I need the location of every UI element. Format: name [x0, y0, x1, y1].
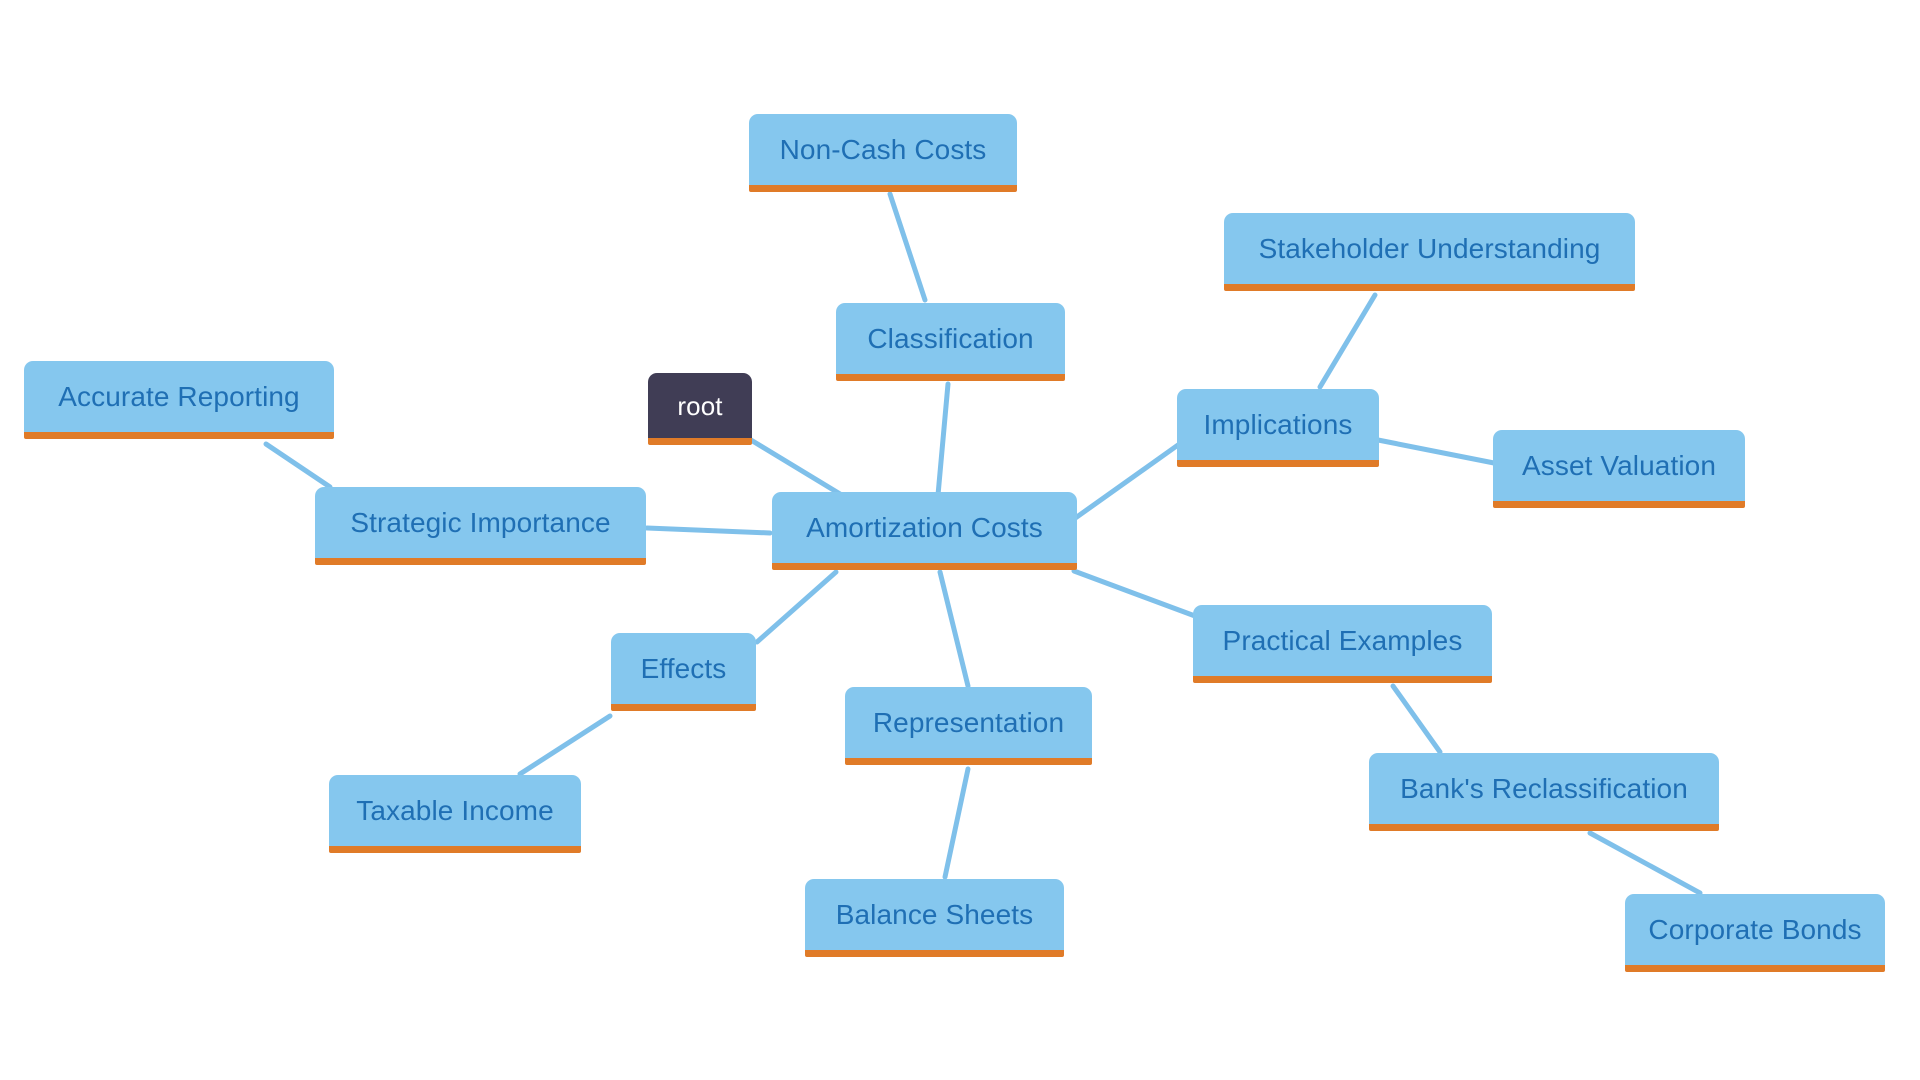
mindmap-node-label: Representation [872, 706, 1065, 738]
mindmap-node-label: root [677, 390, 723, 421]
mindmap-node-implications[interactable]: Implications [1177, 389, 1379, 467]
mindmap-node-label: Amortization Costs [806, 511, 1043, 543]
mindmap-node-balance_sheets[interactable]: Balance Sheets [805, 879, 1064, 957]
mindmap-node-accurate_reporting[interactable]: Accurate Reporting [24, 361, 334, 439]
mindmap-node-effects[interactable]: Effects [611, 633, 756, 711]
mindmap-node-label: Strategic Importance [350, 506, 611, 538]
mindmap-node-label: Accurate Reporting [58, 380, 300, 412]
mindmap-node-amortization_costs[interactable]: Amortization Costs [772, 492, 1077, 570]
mindmap-node-stakeholder_understanding[interactable]: Stakeholder Understanding [1224, 213, 1635, 291]
mindmap-node-label: Non-Cash Costs [779, 133, 987, 165]
mindmap-node-classification[interactable]: Classification [836, 303, 1065, 381]
mindmap-node-label: Stakeholder Understanding [1258, 232, 1601, 264]
mindmap-node-root[interactable]: root [648, 373, 752, 445]
mindmap-node-label: Bank's Reclassification [1400, 772, 1688, 804]
mindmap-canvas: root Amortization Costs Classification Non-… [0, 0, 1920, 1080]
mindmap-node-label: Practical Examples [1222, 624, 1463, 656]
mindmap-node-label: Effects [640, 652, 727, 684]
mindmap-node-taxable_income[interactable]: Taxable Income [329, 775, 581, 853]
mindmap-node-label: Implications [1203, 408, 1353, 440]
mindmap-node-label: Balance Sheets [835, 898, 1034, 930]
mindmap-node-corporate_bonds[interactable]: Corporate Bonds [1625, 894, 1885, 972]
mindmap-node-label: Corporate Bonds [1648, 913, 1862, 945]
mindmap-node-representation[interactable]: Representation [845, 687, 1092, 765]
node-layer: root Amortization Costs Classification Non-… [0, 0, 1920, 1080]
mindmap-node-label: Classification [867, 322, 1034, 354]
mindmap-node-strategic_importance[interactable]: Strategic Importance [315, 487, 646, 565]
mindmap-node-label: Taxable Income [356, 794, 554, 826]
mindmap-node-practical_examples[interactable]: Practical Examples [1193, 605, 1492, 683]
mindmap-node-non_cash_costs[interactable]: Non-Cash Costs [749, 114, 1017, 192]
mindmap-node-label: Asset Valuation [1522, 449, 1716, 481]
mindmap-node-asset_valuation[interactable]: Asset Valuation [1493, 430, 1745, 508]
mindmap-node-banks_reclassification[interactable]: Bank's Reclassification [1369, 753, 1719, 831]
